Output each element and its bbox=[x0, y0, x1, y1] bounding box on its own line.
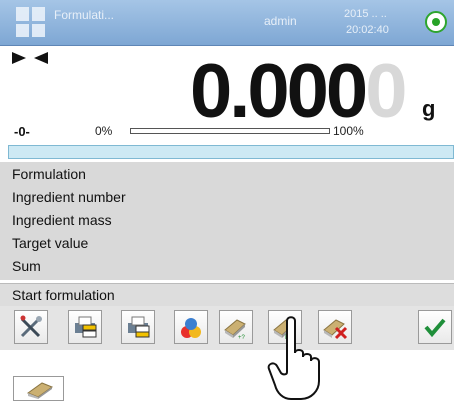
bar-min-label: 0% bbox=[95, 124, 113, 138]
ingredient-number-button[interactable]: +? bbox=[219, 310, 253, 344]
screen: Formulati... admin 2015 .. .. 20:02:40 0… bbox=[0, 0, 454, 350]
app-menu-icon[interactable] bbox=[16, 7, 46, 37]
weight-reading: 0.0000 bbox=[190, 46, 407, 138]
bar-max-label: 100% bbox=[333, 124, 364, 138]
stability-marker-icon bbox=[12, 52, 48, 64]
user-name[interactable]: admin bbox=[264, 14, 297, 28]
date-label: 2015 .. .. bbox=[344, 8, 387, 20]
info-panel: Formulation Ingredient number Ingredient… bbox=[0, 162, 454, 280]
svg-text:+?: +? bbox=[238, 335, 246, 340]
ingredient-delete-icon bbox=[323, 319, 348, 340]
weight-unit[interactable]: g bbox=[422, 96, 435, 122]
confirm-button[interactable] bbox=[418, 310, 452, 344]
tools-icon bbox=[20, 315, 42, 338]
ingredient-number-icon: +? bbox=[224, 319, 246, 340]
print-footer-icon bbox=[128, 316, 150, 338]
ingredient-preview-icon bbox=[13, 376, 64, 401]
weight-value: 0.000 bbox=[190, 49, 368, 134]
formulation-icon bbox=[181, 318, 201, 338]
weight-last-digit: 0 bbox=[365, 49, 407, 134]
mode-title[interactable]: Formulati... bbox=[54, 8, 114, 22]
print-footer-button[interactable] bbox=[121, 310, 155, 344]
ingredient-delete-button[interactable] bbox=[318, 310, 352, 344]
info-formulation: Formulation bbox=[12, 166, 86, 182]
zero-indicator: -0- bbox=[14, 124, 30, 139]
print-header-button[interactable] bbox=[68, 310, 102, 344]
capacity-bar bbox=[130, 128, 330, 134]
info-ingredient-mass: Ingredient mass bbox=[12, 212, 112, 228]
progress-strip bbox=[8, 145, 454, 159]
top-bar: Formulati... admin 2015 .. .. 20:02:40 bbox=[0, 0, 454, 46]
start-formulation-label: Start formulation bbox=[12, 287, 115, 303]
pointing-hand-icon bbox=[267, 316, 320, 400]
confirm-icon bbox=[424, 318, 446, 338]
weighing-panel: 0.0000 g -0- 0% 100% bbox=[0, 46, 454, 144]
formulation-button[interactable] bbox=[174, 310, 208, 344]
info-target-value: Target value bbox=[12, 235, 89, 251]
toolbar: +? M ? bbox=[0, 306, 454, 350]
print-header-icon bbox=[75, 316, 97, 338]
start-formulation-row[interactable]: Start formulation bbox=[0, 283, 454, 306]
tools-button[interactable] bbox=[14, 310, 48, 344]
time-label: 20:02:40 bbox=[346, 24, 389, 36]
status-icon[interactable] bbox=[425, 11, 447, 33]
info-sum: Sum bbox=[12, 258, 41, 274]
info-ingredient-number: Ingredient number bbox=[12, 189, 126, 205]
